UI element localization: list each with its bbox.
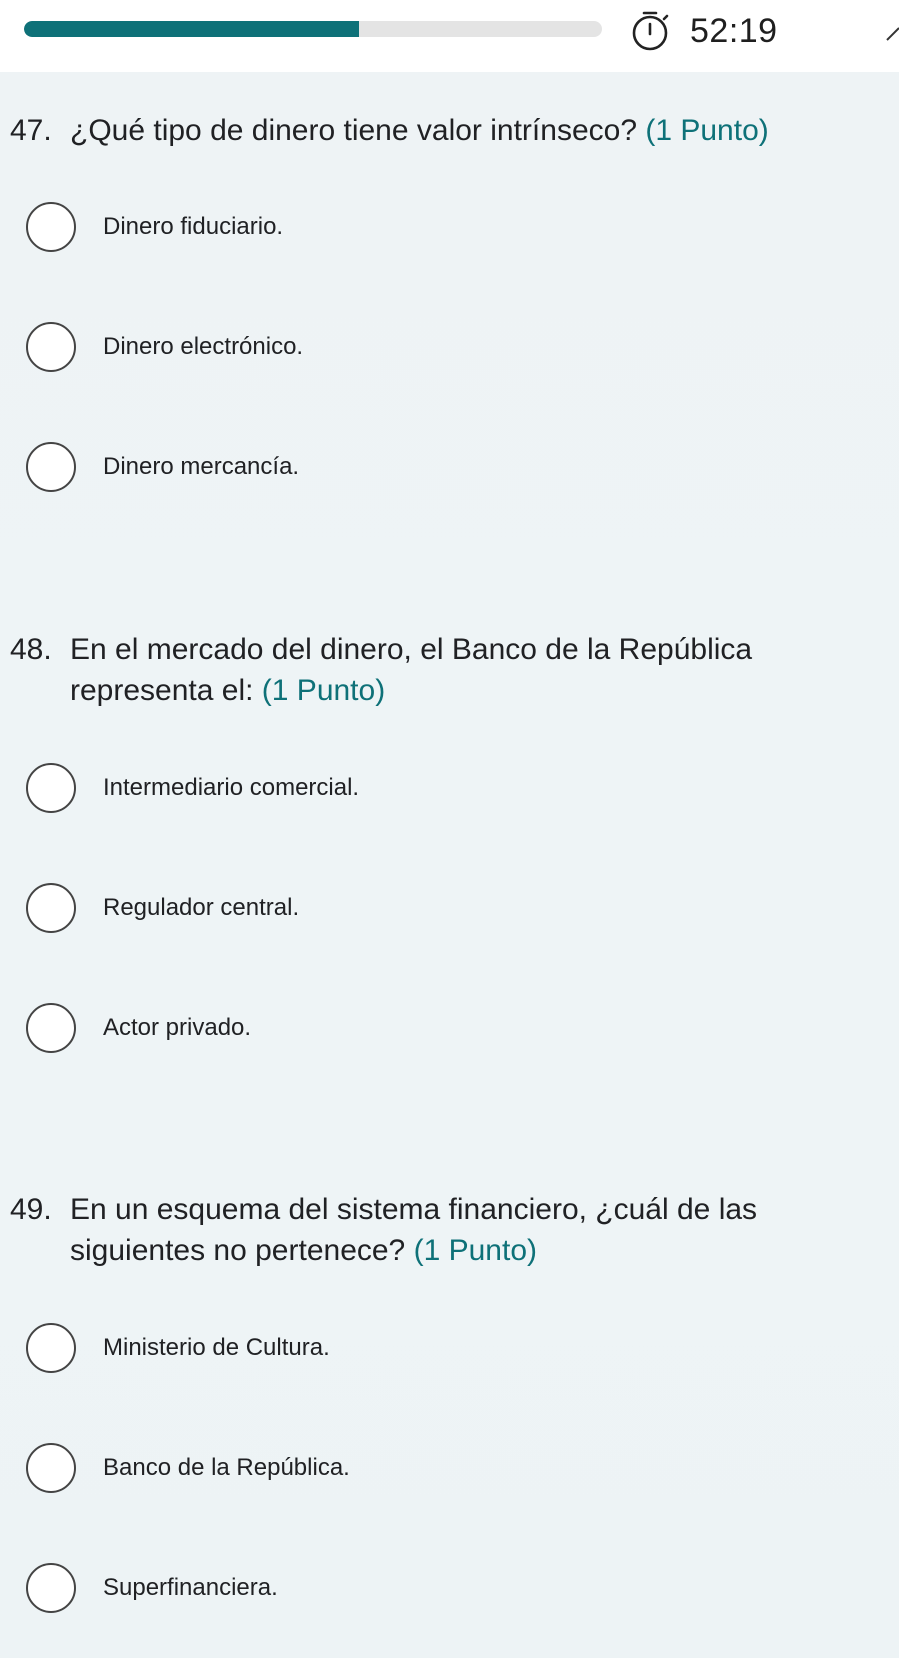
question-points: (1 Punto) — [413, 1234, 537, 1267]
progress-bar — [24, 21, 602, 37]
question-title: 49. En un esquema del sistema financiero,… — [10, 1189, 870, 1271]
question-number: 49. — [10, 1193, 52, 1226]
option-label: Ministerio de Cultura. — [103, 1334, 330, 1361]
option-actor-privado[interactable]: Actor privado. — [26, 1001, 626, 1053]
quiz-body: 47. ¿Qué tipo de dinero tiene valor intrí… — [0, 72, 899, 1658]
question-points: (1 Punto) — [645, 114, 769, 147]
option-regulador-central[interactable]: Regulador central. — [26, 881, 626, 933]
radio-button[interactable] — [26, 1443, 76, 1493]
question-number: 47. — [10, 114, 52, 147]
collapse-chevron-icon[interactable] — [885, 22, 899, 42]
question-points: (1 Punto) — [261, 674, 386, 707]
option-ministerio-de-cultura[interactable]: Ministerio de Cultura. — [26, 1321, 626, 1373]
option-superfinanciera[interactable]: Superfinanciera. — [26, 1561, 626, 1613]
question-text: En el mercado del dinero, el Banco de la… — [70, 633, 753, 707]
option-intermediario-comercial[interactable]: Intermediario comercial. — [26, 761, 626, 813]
option-label: Superfinanciera. — [103, 1574, 278, 1601]
radio-button[interactable] — [26, 322, 76, 372]
question-title: 47. ¿Qué tipo de dinero tiene valor intrí… — [10, 110, 870, 151]
progress-bar-fill — [24, 21, 360, 37]
radio-button[interactable] — [26, 763, 76, 813]
question-number: 48. — [10, 633, 52, 666]
stopwatch-icon — [632, 11, 669, 51]
option-banco-de-la-republica[interactable]: Banco de la República. — [26, 1441, 626, 1493]
radio-button[interactable] — [26, 1323, 76, 1373]
question-title: 48. En el mercado del dinero, el Banco de… — [10, 629, 870, 711]
option-label: Banco de la República. — [103, 1454, 350, 1481]
question-text: ¿Qué tipo de dinero tiene valor intrínse… — [70, 114, 637, 147]
radio-button[interactable] — [26, 883, 76, 933]
radio-button[interactable] — [26, 1003, 76, 1053]
timer-text: 52:19 — [690, 12, 778, 50]
radio-button[interactable] — [26, 1563, 76, 1613]
option-label: Dinero fiduciario. — [103, 213, 284, 240]
option-label: Dinero electrónico. — [103, 333, 304, 360]
radio-button[interactable] — [26, 442, 76, 492]
option-dinero-mercancia[interactable]: Dinero mercancía. — [26, 440, 626, 492]
option-label: Dinero mercancía. — [103, 453, 300, 480]
option-label: Regulador central. — [103, 894, 300, 921]
option-dinero-fiduciario[interactable]: Dinero fiduciario. — [26, 200, 626, 252]
radio-button[interactable] — [26, 202, 76, 252]
option-label: Actor privado. — [103, 1014, 252, 1041]
top-bar: 52:19 — [0, 0, 899, 72]
option-label: Intermediario comercial. — [103, 774, 360, 801]
option-dinero-electronico[interactable]: Dinero electrónico. — [26, 320, 626, 372]
